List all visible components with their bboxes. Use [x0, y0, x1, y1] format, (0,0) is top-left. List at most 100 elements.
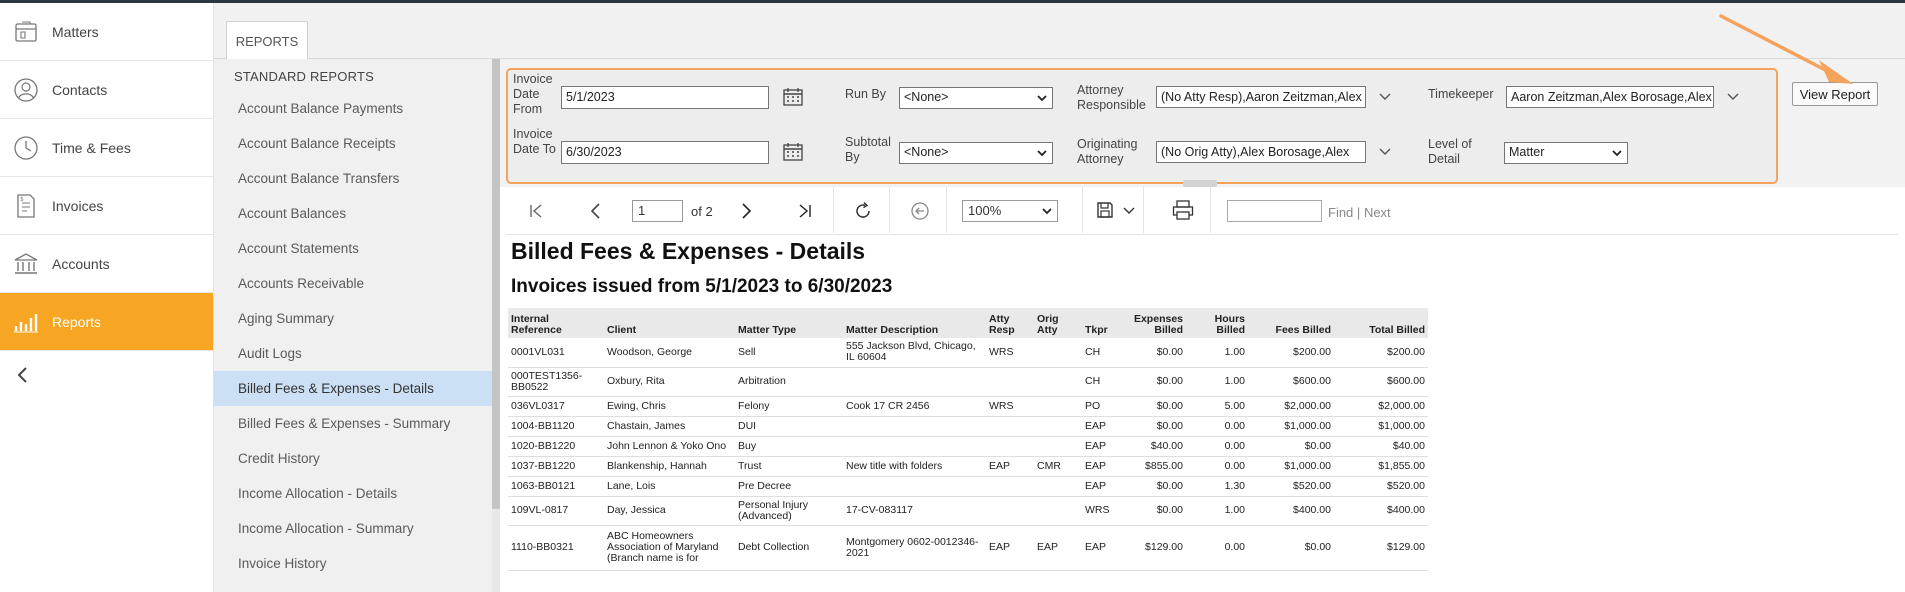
find-input[interactable]	[1227, 200, 1322, 222]
table-cell: $0.00	[1124, 367, 1186, 397]
back-icon[interactable]	[910, 201, 930, 221]
column-header: Matter Type	[735, 308, 843, 338]
table-cell: 555 Jackson Blvd, Chicago, IL 60604	[843, 338, 986, 368]
column-header: Tkpr	[1082, 308, 1124, 338]
table-cell: 1.00	[1186, 367, 1248, 397]
table-cell: EAP	[1082, 476, 1124, 497]
column-header: Client	[604, 308, 735, 338]
separator	[833, 187, 834, 233]
calendar-icon[interactable]	[782, 87, 804, 107]
table-cell: Montgomery 0602-0012346-2021	[843, 525, 986, 571]
column-header: Orig Atty	[1034, 308, 1082, 338]
next-page-icon[interactable]	[741, 202, 753, 220]
report-table: Internal Reference Client Matter Type Ma…	[508, 308, 1428, 571]
table-cell: $129.00	[1334, 525, 1428, 571]
nav-item-invoices[interactable]: $ Invoices	[0, 177, 213, 235]
report-item[interactable]: Account Balances	[214, 196, 492, 231]
table-cell: Arbitration	[735, 367, 843, 397]
matters-icon	[0, 20, 52, 44]
table-cell: EAP	[1082, 416, 1124, 437]
report-item[interactable]: Audit Logs	[214, 336, 492, 371]
arrow-annotation	[1715, 10, 1865, 90]
table-cell: 1063-BB0121	[508, 476, 604, 497]
invoice-icon: $	[0, 193, 52, 219]
tab-reports[interactable]: REPORTS	[226, 21, 308, 60]
report-item[interactable]: Account Balance Payments	[214, 91, 492, 126]
next-link[interactable]: Next	[1364, 205, 1391, 220]
last-page-icon[interactable]	[797, 203, 813, 219]
collapse-nav-button[interactable]	[0, 351, 213, 399]
timekeeper-input[interactable]: Aaron Zeitzman,Alex Borosage,Alex	[1506, 86, 1714, 108]
timekeeper-label: Timekeeper	[1428, 87, 1494, 101]
page-number-input[interactable]: 1	[632, 200, 683, 222]
nav-item-contacts[interactable]: Contacts	[0, 61, 213, 119]
zoom-select[interactable]: 100%	[962, 200, 1058, 222]
report-item[interactable]: Credit History	[214, 441, 492, 476]
table-cell: Felony	[735, 396, 843, 417]
table-cell: $520.00	[1334, 476, 1428, 497]
report-item[interactable]: Account Balance Transfers	[214, 161, 492, 196]
page-count: of 2	[691, 204, 713, 219]
subtotal-by-select[interactable]: <None>	[899, 142, 1053, 164]
panel-resize-grip[interactable]	[1183, 180, 1217, 187]
nav-item-time-fees[interactable]: Time & Fees	[0, 119, 213, 177]
atty-resp-input[interactable]: (No Atty Resp),Aaron Zeitzman,Alex Boros…	[1156, 86, 1366, 108]
scrollbar-thumb[interactable]	[492, 59, 500, 509]
report-item[interactable]: Aging Summary	[214, 301, 492, 336]
date-to-input[interactable]: 6/30/2023	[561, 141, 769, 164]
chevron-left-icon	[16, 366, 28, 384]
nav-item-reports[interactable]: Reports	[0, 293, 213, 351]
table-cell	[1034, 367, 1082, 397]
first-page-icon[interactable]	[528, 203, 544, 219]
table-cell: $200.00	[1334, 338, 1428, 368]
report-item-selected[interactable]: Billed Fees & Expenses - Details	[214, 371, 492, 406]
table-cell: $520.00	[1248, 476, 1334, 497]
report-item[interactable]: Billed Fees & Expenses - Summary	[214, 406, 492, 441]
nav-label: Time & Fees	[52, 139, 131, 156]
report-item[interactable]: Invoice History	[214, 546, 492, 581]
refresh-icon[interactable]	[853, 201, 873, 221]
table-cell: $0.00	[1124, 338, 1186, 368]
separator	[1082, 187, 1083, 233]
run-by-select[interactable]: <None>	[899, 87, 1053, 109]
table-cell: $855.00	[1124, 456, 1186, 477]
table-cell: 0.00	[1186, 525, 1248, 571]
chevron-down-icon[interactable]	[1378, 92, 1392, 102]
report-item[interactable]: Income Allocation - Summary	[214, 511, 492, 546]
report-item[interactable]: Account Statements	[214, 231, 492, 266]
chevron-down-icon[interactable]	[1378, 147, 1392, 157]
nav-item-accounts[interactable]: Accounts	[0, 235, 213, 293]
table-cell	[843, 476, 986, 497]
calendar-icon[interactable]	[782, 142, 804, 162]
level-of-detail-select[interactable]: Matter	[1504, 142, 1628, 164]
run-by-label: Run By	[845, 87, 886, 101]
table-cell: Personal Injury (Advanced)	[735, 496, 843, 526]
table-cell: Buy	[735, 436, 843, 457]
level-of-detail-label: Level of Detail	[1428, 137, 1472, 166]
table-cell: EAP	[986, 525, 1034, 571]
table-cell: CH	[1082, 367, 1124, 397]
report-toolbar	[506, 187, 1898, 235]
table-cell: 1037-BB1220	[508, 456, 604, 477]
previous-page-icon[interactable]	[589, 202, 601, 220]
table-cell: 0.00	[1186, 456, 1248, 477]
nav-item-matters[interactable]: Matters	[0, 3, 213, 61]
print-icon[interactable]	[1172, 200, 1194, 220]
save-icon[interactable]	[1096, 201, 1114, 219]
report-item[interactable]: Account Balance Receipts	[214, 126, 492, 161]
table-cell: $600.00	[1248, 367, 1334, 397]
nav-label: Accounts	[52, 255, 110, 272]
table-row: 1020-BB1220 John Lennon & Yoko Ono Buy EAP $…	[508, 436, 1428, 457]
find-link[interactable]: Find	[1328, 205, 1353, 220]
table-cell: $0.00	[1124, 416, 1186, 437]
report-item[interactable]: Accounts Receivable	[214, 266, 492, 301]
report-item[interactable]: Income Allocation - Details	[214, 476, 492, 511]
orig-atty-input[interactable]: (No Orig Atty),Alex Borosage,Alex	[1156, 141, 1366, 163]
date-from-input[interactable]: 5/1/2023	[561, 86, 769, 109]
table-cell: Trust	[735, 456, 843, 477]
table-cell: CH	[1082, 338, 1124, 368]
list-scrollbar[interactable]	[492, 59, 500, 592]
chevron-down-icon[interactable]	[1123, 207, 1135, 215]
chevron-down-icon[interactable]	[1726, 92, 1740, 102]
table-cell: Cook 17 CR 2456	[843, 396, 986, 417]
